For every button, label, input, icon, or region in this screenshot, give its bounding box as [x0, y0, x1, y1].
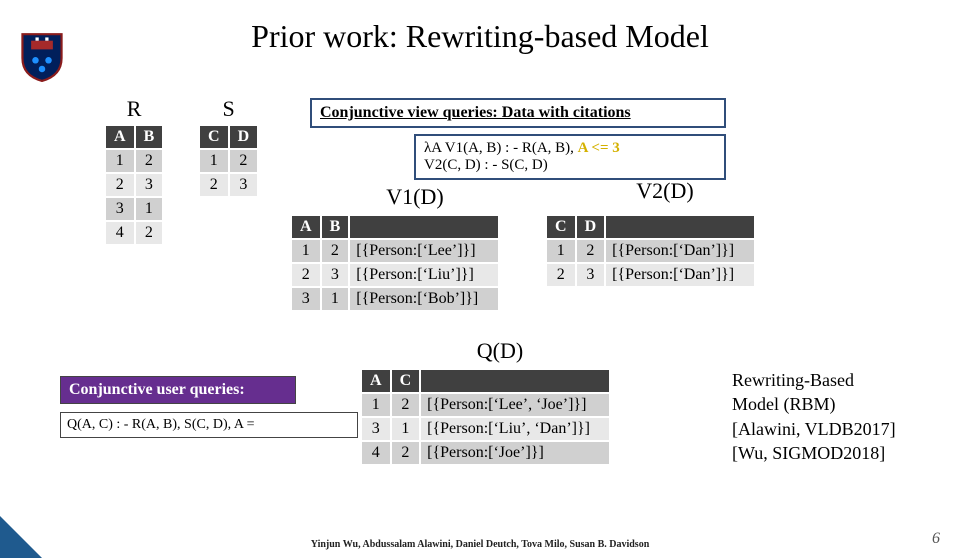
relation-R-name: R: [104, 96, 164, 122]
user-query-body: Q(A, C) : - R(A, B), S(C, D), A =: [60, 412, 358, 438]
query-Q-name: Q(D): [360, 338, 640, 364]
view-V1-name: V1(D): [290, 184, 540, 210]
author-credits: Yinjun Wu, Abdussalam Alawini, Daniel De…: [311, 539, 650, 550]
view-V2-name: V2(D): [545, 178, 785, 204]
relation-S-name: S: [198, 96, 259, 122]
slide-title: Prior work: Rewriting-based Model: [0, 18, 960, 55]
query-Q-table: AC 12[{Person:[‘Lee’, ‘Joe’]}] 31[{Perso…: [360, 368, 611, 466]
penn-shield-logo: [20, 32, 64, 82]
view-queries-heading: Conjunctive view queries: Data with cita…: [310, 98, 726, 128]
relation-R-table: AB 12 23 31 42: [104, 124, 164, 246]
relation-S-table: CD 12 23: [198, 124, 259, 198]
view-V1-table: AB 12[{Person:[‘Lee’]}] 23[{Person:[‘Liu…: [290, 214, 500, 312]
slide-number: 6: [932, 530, 940, 548]
user-queries-heading: Conjunctive user queries:: [60, 376, 296, 404]
view-V2-table: CD 12[{Person:[‘Dan’]}] 23[{Person:[‘Dan…: [545, 214, 756, 288]
references-block: Rewriting-Based Model (RBM) [Alawini, VL…: [732, 368, 896, 465]
highlight-condition: A <= 3: [578, 140, 620, 156]
corner-accent: [0, 516, 42, 558]
view-definitions-box: λA V1(A, B) : - R(A, B), A <= 3 V2(C, D)…: [414, 134, 726, 180]
